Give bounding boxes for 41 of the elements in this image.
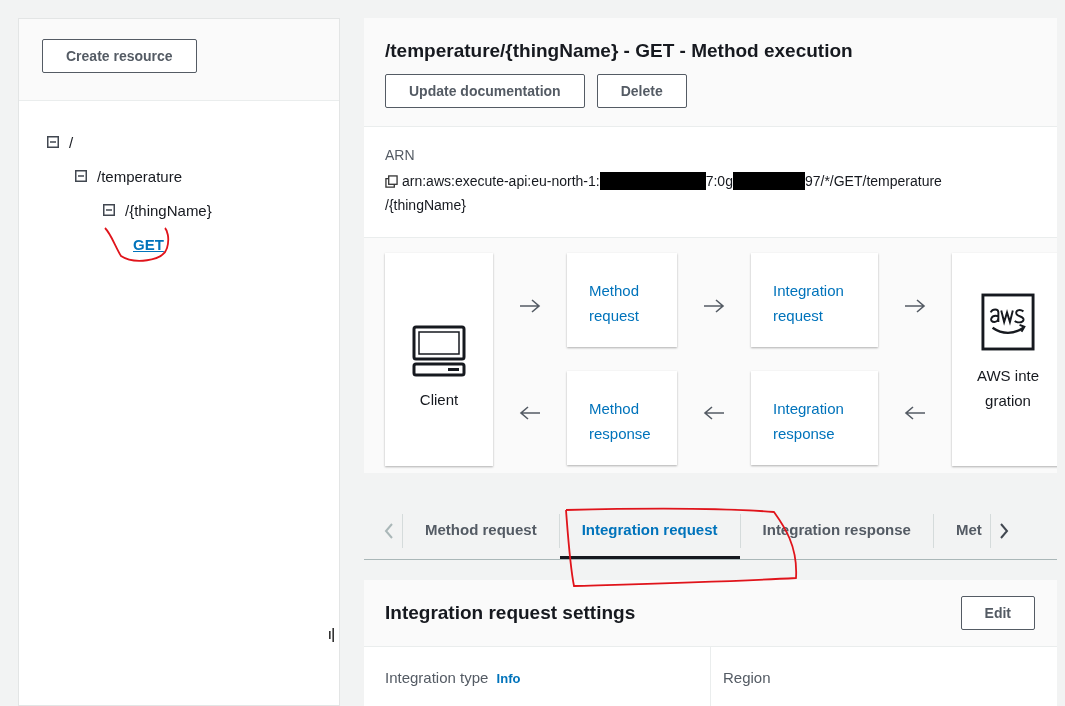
collapse-icon[interactable] (103, 204, 115, 216)
left-arrow-icon (703, 405, 725, 420)
info-link[interactable]: Info (496, 670, 521, 686)
chevron-right-icon[interactable] (998, 521, 1009, 540)
flow-step-link[interactable]: Integration request (751, 253, 878, 347)
arn-text: 97/*/GET/temperature (804, 173, 942, 189)
aws-logo-icon (981, 293, 1035, 351)
field-label: Integration type (385, 668, 489, 686)
tab[interactable]: Method request (403, 502, 559, 559)
tab[interactable]: Met (933, 502, 990, 559)
computer-icon (412, 325, 466, 377)
resource-path[interactable]: /{thingName} (125, 201, 212, 219)
left-arrow-icon (904, 405, 926, 420)
page-title: /temperature/{thingName} - GET - Method execution (385, 40, 854, 62)
arn-text: 7:0g (705, 173, 733, 189)
method-link[interactable]: GET (133, 235, 164, 253)
action-button[interactable]: Delete (596, 74, 687, 108)
section-title: Integration request settings (385, 601, 636, 624)
arn-text: /{thingName} (385, 197, 466, 213)
collapse-icon[interactable] (47, 136, 59, 148)
field-label: Region (723, 668, 771, 686)
copy-icon[interactable] (385, 174, 398, 188)
right-arrow-icon (904, 299, 926, 314)
action-button[interactable]: Update documentation (385, 74, 585, 108)
right-arrow-icon (519, 299, 541, 314)
collapse-icon[interactable] (75, 170, 87, 182)
resource-path[interactable]: / (69, 133, 74, 151)
field-label: ARN (385, 147, 416, 163)
flow-step-link[interactable]: Integration response (751, 371, 878, 465)
flow-step-link[interactable]: Method response (567, 371, 677, 465)
resource-path[interactable]: /temperature (97, 167, 183, 185)
right-arrow-icon (703, 299, 725, 314)
flow-step-link[interactable]: Method request (567, 253, 677, 347)
arn-text: arn:aws:execute-api:eu-north-1: (402, 173, 600, 189)
resize-handle-icon[interactable] (329, 628, 335, 642)
integration-label: AWS integration (976, 366, 1040, 411)
create-resource-button[interactable]: Create resource (42, 39, 197, 73)
edit-button[interactable]: Edit (960, 595, 1035, 630)
left-arrow-icon (519, 405, 541, 420)
tab[interactable]: Integration request (559, 502, 740, 559)
client-label: Client (419, 391, 459, 408)
